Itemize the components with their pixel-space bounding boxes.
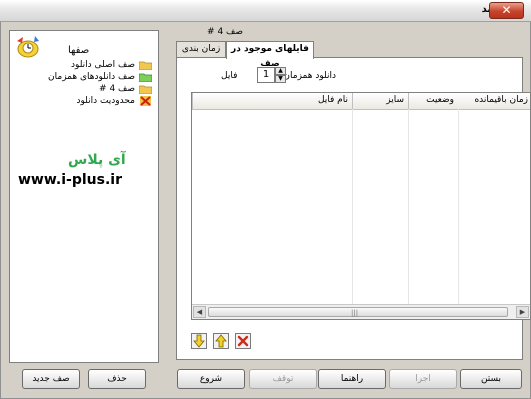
title-bar: زمان بند ✕	[0, 0, 531, 22]
tab-schedule[interactable]: زمان بندی	[176, 41, 226, 58]
help-button[interactable]: راهنما	[318, 369, 386, 389]
new-queue-button[interactable]: صف جدید	[22, 369, 80, 389]
close-button[interactable]: بستن	[460, 369, 522, 389]
arrow-down-icon	[193, 334, 205, 348]
brand-name: آی پلاس	[68, 152, 126, 168]
stop-button[interactable]: توقف	[249, 369, 317, 389]
files-table: نام فایل سایز وضعیت زمان باقیمانده ◀ |||…	[191, 92, 531, 320]
simultaneous-unit: فایل	[221, 71, 238, 81]
queue-item-4[interactable]: صف 4 #	[15, 83, 155, 95]
col-status[interactable]: وضعیت	[408, 93, 458, 109]
col-remaining[interactable]: زمان باقیمانده	[458, 93, 530, 109]
queue-list: صف اصلی دانلود صف دانلودهای همزمان صف 4 …	[15, 59, 155, 107]
queues-title: صفها	[68, 45, 90, 56]
delete-icon	[237, 335, 249, 347]
queue-panel: صفها صف اصلی دانلود صف دانلودهای همزمان …	[9, 30, 159, 363]
scroll-right-icon[interactable]: ▶	[516, 306, 529, 318]
folder-icon	[139, 85, 152, 94]
folder-green-icon	[139, 73, 152, 82]
spin-down-button[interactable]: ▼	[275, 75, 286, 83]
col-size[interactable]: سایز	[352, 93, 408, 109]
tab-content: دانلود همزمان 1 ▲ ▼ فایل نام فایل سایز و…	[176, 57, 531, 360]
queue-item-label: محدودیت دانلود	[76, 96, 135, 106]
remove-file-button[interactable]	[235, 333, 251, 349]
folder-icon	[139, 61, 152, 70]
horizontal-scrollbar[interactable]: ◀ ||| ▶	[192, 304, 530, 319]
run-button[interactable]: اجرا	[389, 369, 457, 389]
delete-queue-button[interactable]: حذف	[88, 369, 146, 389]
move-down-button[interactable]	[191, 333, 207, 349]
start-button[interactable]: شروع	[177, 369, 245, 389]
move-up-button[interactable]	[213, 333, 229, 349]
scroll-left-icon[interactable]: ◀	[193, 306, 206, 318]
simultaneous-label: دانلود همزمان	[283, 71, 336, 81]
queue-item-label: صف 4 #	[99, 84, 135, 94]
queue-item-simultaneous[interactable]: صف دانلودهای همزمان	[15, 71, 155, 83]
queue-item-main[interactable]: صف اصلی دانلود	[15, 59, 155, 71]
table-header: نام فایل سایز وضعیت زمان باقیمانده	[192, 93, 530, 110]
scroll-thumb[interactable]: |||	[208, 307, 508, 317]
arrow-up-icon	[215, 334, 227, 348]
queue-item-label: صف اصلی دانلود	[71, 60, 135, 70]
tab-queue-files[interactable]: فایلهای موجود در صف	[226, 41, 314, 69]
queue-item-label: صف دانلودهای همزمان	[48, 72, 135, 82]
close-window-button[interactable]: ✕	[489, 2, 524, 19]
app-logo-icon	[17, 36, 39, 58]
queue-item-limit[interactable]: محدودیت دانلود	[15, 95, 155, 107]
current-queue-label: صف 4 #	[207, 27, 243, 37]
brand-url: www.i-plus.ir	[18, 172, 122, 188]
block-icon	[140, 96, 151, 106]
col-filename[interactable]: نام فایل	[192, 93, 352, 109]
